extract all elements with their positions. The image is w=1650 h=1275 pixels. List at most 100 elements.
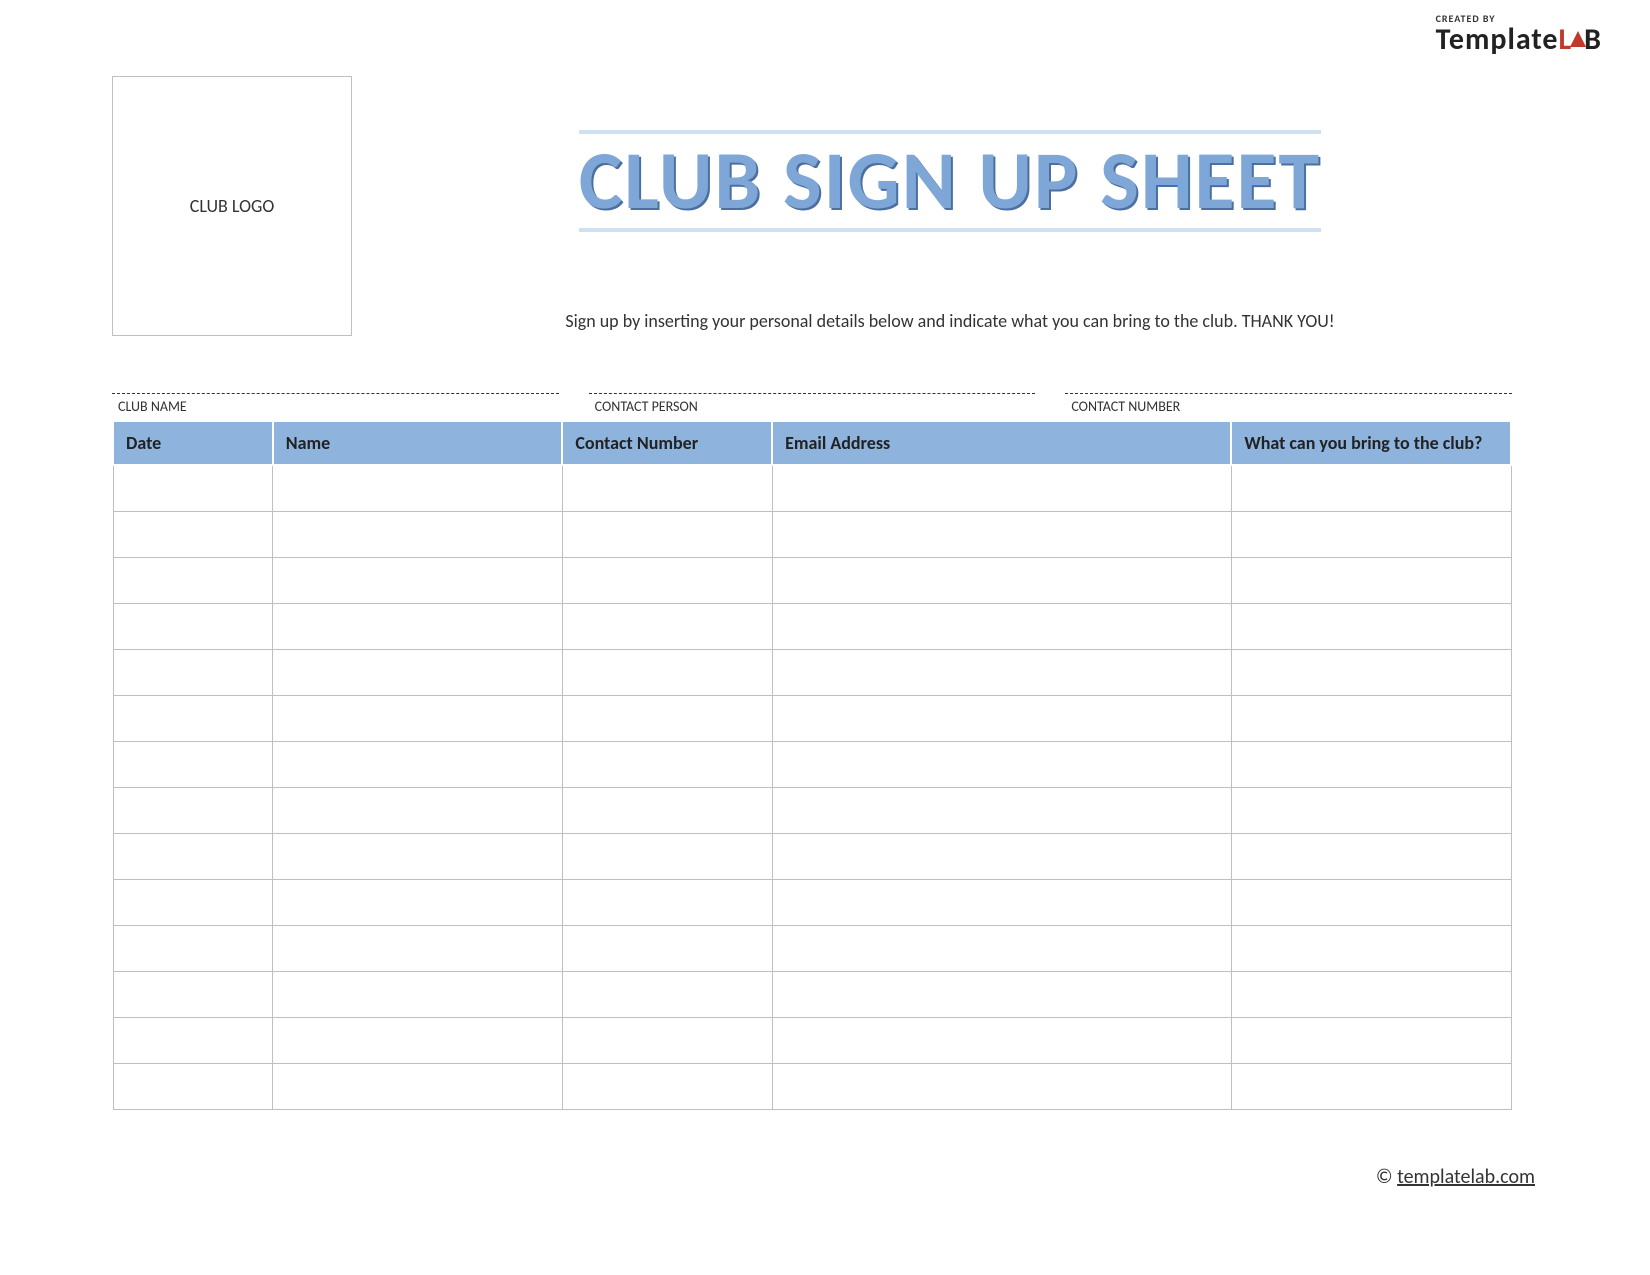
cell-date[interactable] — [113, 741, 273, 787]
cell-bring[interactable] — [1231, 465, 1511, 511]
header-date: Date — [113, 421, 273, 465]
cell-bring[interactable] — [1231, 511, 1511, 557]
cell-email[interactable] — [772, 741, 1231, 787]
cell-bring[interactable] — [1231, 971, 1511, 1017]
cell-bring[interactable] — [1231, 603, 1511, 649]
cell-bring[interactable] — [1231, 741, 1511, 787]
cell-bring[interactable] — [1231, 557, 1511, 603]
cell-name[interactable] — [273, 1017, 563, 1063]
cell-email[interactable] — [772, 603, 1231, 649]
cell-date[interactable] — [113, 833, 273, 879]
cell-name[interactable] — [273, 925, 563, 971]
cell-contact[interactable] — [562, 1063, 772, 1109]
cell-email[interactable] — [772, 925, 1231, 971]
cell-name[interactable] — [273, 649, 563, 695]
cell-bring[interactable] — [1231, 833, 1511, 879]
header-name: Name — [273, 421, 563, 465]
club-name-field: CLUB NAME — [112, 378, 559, 415]
cell-bring[interactable] — [1231, 695, 1511, 741]
cell-email[interactable] — [772, 1063, 1231, 1109]
table-row — [113, 603, 1511, 649]
table-row — [113, 557, 1511, 603]
cell-email[interactable] — [772, 1017, 1231, 1063]
cell-date[interactable] — [113, 1063, 273, 1109]
footer: © templatelab.com — [1376, 1165, 1535, 1189]
contact-number-field: CONTACT NUMBER — [1065, 378, 1512, 415]
cell-email[interactable] — [772, 879, 1231, 925]
title-area: CLUB SIGN UP SHEET — [440, 130, 1460, 232]
cell-name[interactable] — [273, 557, 563, 603]
contact-person-field: CONTACT PERSON — [589, 378, 1036, 415]
cell-contact[interactable] — [562, 741, 772, 787]
cell-name[interactable] — [273, 971, 563, 1017]
cell-date[interactable] — [113, 557, 273, 603]
cell-name[interactable] — [273, 511, 563, 557]
cell-date[interactable] — [113, 695, 273, 741]
cell-date[interactable] — [113, 603, 273, 649]
contact-number-line[interactable] — [1065, 378, 1512, 394]
cell-date[interactable] — [113, 465, 273, 511]
cell-contact[interactable] — [562, 879, 772, 925]
cell-bring[interactable] — [1231, 1017, 1511, 1063]
cell-email[interactable] — [772, 695, 1231, 741]
cell-date[interactable] — [113, 925, 273, 971]
cell-contact[interactable] — [562, 557, 772, 603]
cell-bring[interactable] — [1231, 879, 1511, 925]
cell-name[interactable] — [273, 603, 563, 649]
table-row — [113, 1017, 1511, 1063]
contact-person-line[interactable] — [589, 378, 1036, 394]
cell-contact[interactable] — [562, 787, 772, 833]
club-name-label: CLUB NAME — [112, 398, 559, 415]
brand-name: TemplateLB — [1436, 25, 1602, 55]
cell-email[interactable] — [772, 649, 1231, 695]
table-row — [113, 511, 1511, 557]
club-logo-label: CLUB LOGO — [190, 195, 275, 217]
contact-person-label: CONTACT PERSON — [589, 398, 1036, 415]
cell-contact[interactable] — [562, 465, 772, 511]
cell-email[interactable] — [772, 971, 1231, 1017]
header-email: Email Address — [772, 421, 1231, 465]
footer-copyright: © — [1376, 1165, 1393, 1189]
table-header-row: Date Name Contact Number Email Address W… — [113, 421, 1511, 465]
cell-email[interactable] — [772, 557, 1231, 603]
table-row — [113, 925, 1511, 971]
cell-name[interactable] — [273, 695, 563, 741]
table-row — [113, 695, 1511, 741]
cell-date[interactable] — [113, 511, 273, 557]
cell-bring[interactable] — [1231, 649, 1511, 695]
cell-bring[interactable] — [1231, 1063, 1511, 1109]
cell-name[interactable] — [273, 1063, 563, 1109]
cell-name[interactable] — [273, 879, 563, 925]
footer-link[interactable]: templatelab.com — [1397, 1165, 1535, 1189]
header-bring: What can you bring to the club? — [1231, 421, 1511, 465]
cell-contact[interactable] — [562, 695, 772, 741]
cell-contact[interactable] — [562, 649, 772, 695]
page-title: CLUB SIGN UP SHEET — [579, 130, 1321, 232]
cell-name[interactable] — [273, 787, 563, 833]
cell-email[interactable] — [772, 833, 1231, 879]
cell-contact[interactable] — [562, 1017, 772, 1063]
cell-contact[interactable] — [562, 971, 772, 1017]
cell-date[interactable] — [113, 879, 273, 925]
cell-contact[interactable] — [562, 833, 772, 879]
cell-date[interactable] — [113, 649, 273, 695]
cell-bring[interactable] — [1231, 925, 1511, 971]
cell-contact[interactable] — [562, 925, 772, 971]
cell-email[interactable] — [772, 787, 1231, 833]
cell-contact[interactable] — [562, 603, 772, 649]
cell-date[interactable] — [113, 971, 273, 1017]
table-row — [113, 465, 1511, 511]
cell-name[interactable] — [273, 741, 563, 787]
subtitle: Sign up by inserting your personal detai… — [440, 310, 1460, 332]
club-logo-placeholder: CLUB LOGO — [112, 76, 352, 336]
cell-email[interactable] — [772, 511, 1231, 557]
cell-name[interactable] — [273, 465, 563, 511]
cell-name[interactable] — [273, 833, 563, 879]
cell-date[interactable] — [113, 787, 273, 833]
cell-bring[interactable] — [1231, 787, 1511, 833]
contact-number-label: CONTACT NUMBER — [1065, 398, 1512, 415]
cell-contact[interactable] — [562, 511, 772, 557]
cell-date[interactable] — [113, 1017, 273, 1063]
club-name-line[interactable] — [112, 378, 559, 394]
cell-email[interactable] — [772, 465, 1231, 511]
